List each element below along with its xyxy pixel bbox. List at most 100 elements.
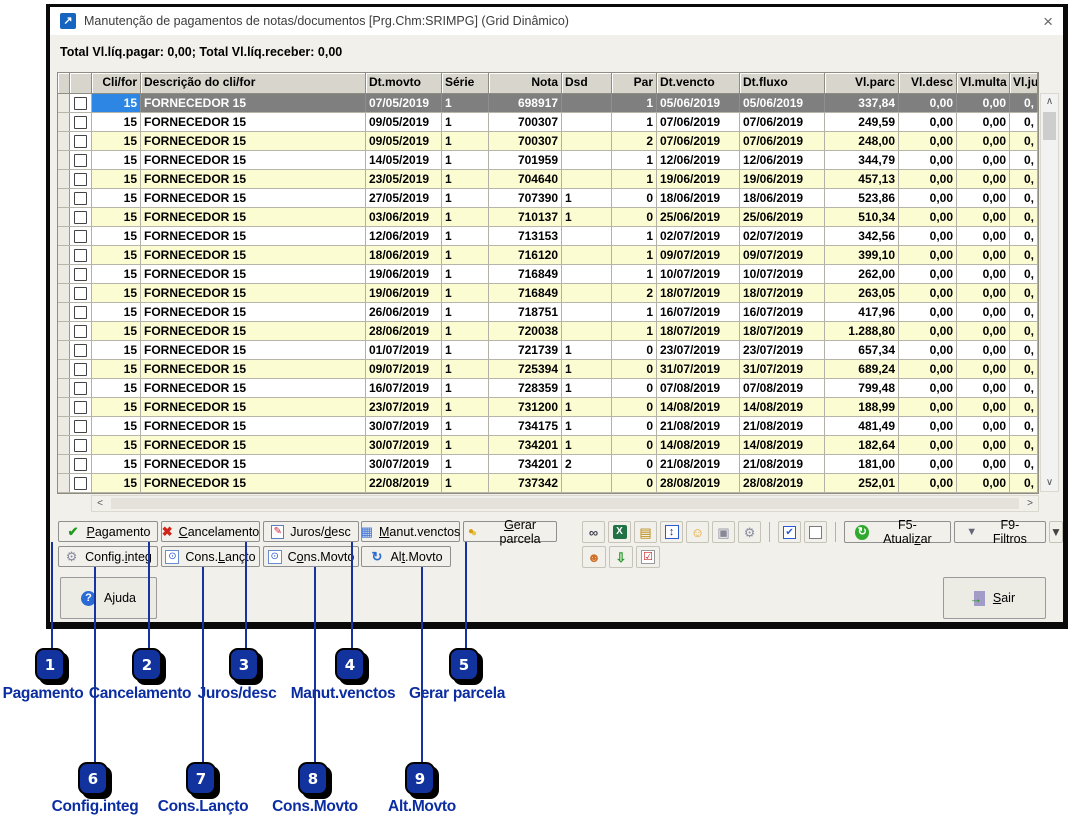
sort-button[interactable]: ↕	[660, 521, 683, 543]
manut-venctos-button[interactable]: ▦Manut.venctos	[361, 521, 460, 542]
row-checkbox[interactable]	[74, 363, 87, 376]
row-checkbox[interactable]	[74, 116, 87, 129]
import-button[interactable]: ⇩	[609, 546, 633, 568]
report-button[interactable]: ▤	[634, 521, 657, 543]
column-header-vl-desc[interactable]: Vl.desc	[899, 73, 957, 93]
table-row[interactable]: 15FORNECEDOR 1503/06/201917101371025/06/…	[58, 208, 1038, 227]
column-header-dt-movto[interactable]: Dt.movto	[366, 73, 442, 93]
column-header-vl-jur[interactable]: Vl.jur	[1010, 73, 1038, 93]
row-checkbox[interactable]	[74, 154, 87, 167]
checked-checkbox-button[interactable]: ✔	[778, 521, 801, 543]
checklist-button[interactable]: ☑	[636, 546, 660, 568]
unchecked-checkbox-button[interactable]	[804, 521, 827, 543]
row-checkbox[interactable]	[74, 344, 87, 357]
column-header-vl-multa[interactable]: Vl.multa	[957, 73, 1010, 93]
column-header-vl-parc[interactable]: Vl.parc	[825, 73, 899, 93]
table-row[interactable]: 15FORNECEDOR 1509/07/201917253941031/07/…	[58, 360, 1038, 379]
column-header-par[interactable]: Par	[612, 73, 657, 93]
row-checkbox[interactable]	[74, 192, 87, 205]
scroll-left-icon[interactable]: <	[92, 496, 108, 511]
f5-refresh-button[interactable]: ↻F5-Atualizar	[844, 521, 950, 543]
row-checkbox[interactable]	[74, 211, 87, 224]
table-row[interactable]: 15FORNECEDOR 1528/06/20191720038118/07/2…	[58, 322, 1038, 341]
table-row[interactable]: 15FORNECEDOR 1509/05/20191700307107/06/2…	[58, 113, 1038, 132]
cell-vl-multa: 0,00	[957, 227, 1010, 245]
cell-vl-multa: 0,00	[957, 455, 1010, 473]
printer-button[interactable]: ▣	[712, 521, 735, 543]
row-checkbox[interactable]	[74, 458, 87, 471]
column-header-blank[interactable]	[58, 73, 70, 93]
row-checkbox[interactable]	[74, 325, 87, 338]
gear-button[interactable]: ⚙	[738, 521, 761, 543]
config-integ-button[interactable]: ⚙Config.integ	[58, 546, 158, 567]
table-row[interactable]: 15FORNECEDOR 1519/06/20191716849218/07/2…	[58, 284, 1038, 303]
table-row[interactable]: 15FORNECEDOR 1530/07/201917341751021/08/…	[58, 417, 1038, 436]
scroll-up-icon[interactable]: ∧	[1041, 94, 1058, 110]
table-row[interactable]: 15FORNECEDOR 1523/05/20191704640119/06/2…	[58, 170, 1038, 189]
row-checkbox[interactable]	[74, 439, 87, 452]
table-row[interactable]: 15FORNECEDOR 1512/06/20191713153102/07/2…	[58, 227, 1038, 246]
gerar-parcela-button[interactable]: ●Gerar parcela	[463, 521, 557, 542]
filters-dropdown-button[interactable]: ▼	[1049, 521, 1063, 543]
cell-vl-parc: 689,24	[825, 360, 899, 378]
horizontal-scrollbar[interactable]: < >	[91, 495, 1039, 512]
table-row[interactable]: 15FORNECEDOR 1523/07/201917312001014/08/…	[58, 398, 1038, 417]
table-row[interactable]: 15FORNECEDOR 1518/06/20191716120109/07/2…	[58, 246, 1038, 265]
horizontal-scroll-thumb[interactable]	[111, 498, 1019, 509]
table-row[interactable]: 15FORNECEDOR 1516/07/201917283591007/08/…	[58, 379, 1038, 398]
table-row[interactable]: 15FORNECEDOR 1530/07/201917342011014/08/…	[58, 436, 1038, 455]
vertical-scroll-thumb[interactable]	[1043, 112, 1056, 140]
binoculars-button[interactable]: ∞	[582, 521, 605, 543]
palette-button[interactable]: ☺	[686, 521, 709, 543]
table-row[interactable]: 15FORNECEDOR 1514/05/20191701959112/06/2…	[58, 151, 1038, 170]
column-header-dt-fluxo[interactable]: Dt.fluxo	[740, 73, 825, 93]
table-row[interactable]: 15FORNECEDOR 1507/05/20191698917105/06/2…	[58, 94, 1038, 113]
pagamento-button[interactable]: ✔Pagamento	[58, 521, 158, 542]
close-icon[interactable]: ×	[1043, 13, 1053, 30]
row-checkbox[interactable]	[74, 287, 87, 300]
column-header-descri-o-do-cli-for[interactable]: Descrição do cli/for	[141, 73, 366, 93]
row-checkbox[interactable]	[74, 135, 87, 148]
row-checkbox[interactable]	[74, 230, 87, 243]
alt-movto-button[interactable]: ↻Alt.Movto	[361, 546, 451, 567]
scroll-down-icon[interactable]: ∨	[1041, 475, 1058, 491]
cancelamento-button[interactable]: ✖Cancelamento	[161, 521, 260, 542]
table-row[interactable]: 15FORNECEDOR 1527/05/201917073901018/06/…	[58, 189, 1038, 208]
row-checkbox[interactable]	[74, 173, 87, 186]
help-button[interactable]: ?Ajuda	[60, 577, 157, 619]
table-row[interactable]: 15FORNECEDOR 1526/06/20191718751116/07/2…	[58, 303, 1038, 322]
vertical-scrollbar[interactable]: ∧ ∨	[1040, 93, 1059, 492]
column-header-dsd[interactable]: Dsd	[562, 73, 612, 93]
column-header-cli-for[interactable]: Cli/for	[92, 73, 141, 93]
exit-button[interactable]: →Sair	[943, 577, 1046, 619]
table-row[interactable]: 15FORNECEDOR 1522/08/20191737342028/08/2…	[58, 474, 1038, 493]
table-row[interactable]: 15FORNECEDOR 1519/06/20191716849110/07/2…	[58, 265, 1038, 284]
table-row[interactable]: 15FORNECEDOR 1501/07/201917217391023/07/…	[58, 341, 1038, 360]
button-label: Cancelamento	[179, 525, 260, 539]
column-header-dt-vencto[interactable]: Dt.vencto	[657, 73, 740, 93]
row-checkbox[interactable]	[74, 420, 87, 433]
row-checkbox[interactable]	[74, 477, 87, 490]
table-row[interactable]: 15FORNECEDOR 1509/05/20191700307207/06/2…	[58, 132, 1038, 151]
cell-par: 1	[612, 94, 657, 112]
cons-movto-button[interactable]: ⊙Cons.Movto	[263, 546, 359, 567]
row-marker	[58, 417, 70, 435]
juros-desc-button[interactable]: ✎Juros/desc	[263, 521, 359, 542]
user-check-button[interactable]: ☻	[582, 546, 606, 568]
scroll-right-icon[interactable]: >	[1022, 496, 1038, 511]
table-row[interactable]: 15FORNECEDOR 1530/07/201917342012021/08/…	[58, 455, 1038, 474]
excel-button[interactable]: X	[608, 521, 631, 543]
row-checkbox[interactable]	[74, 382, 87, 395]
f9-filters-button[interactable]: ▼F9-Filtros	[954, 521, 1046, 543]
column-header-nota[interactable]: Nota	[489, 73, 562, 93]
row-checkbox[interactable]	[74, 97, 87, 110]
row-checkbox[interactable]	[74, 249, 87, 262]
row-checkbox[interactable]	[74, 268, 87, 281]
cell-vl-multa: 0,00	[957, 132, 1010, 150]
cons-lan-to-button[interactable]: ⊙Cons.Lançto	[161, 546, 260, 567]
row-checkbox[interactable]	[74, 401, 87, 414]
row-checkbox[interactable]	[74, 306, 87, 319]
column-header-s-rie[interactable]: Série	[442, 73, 489, 93]
button-label: Juros/desc	[290, 525, 350, 539]
column-header-blank[interactable]	[70, 73, 92, 93]
